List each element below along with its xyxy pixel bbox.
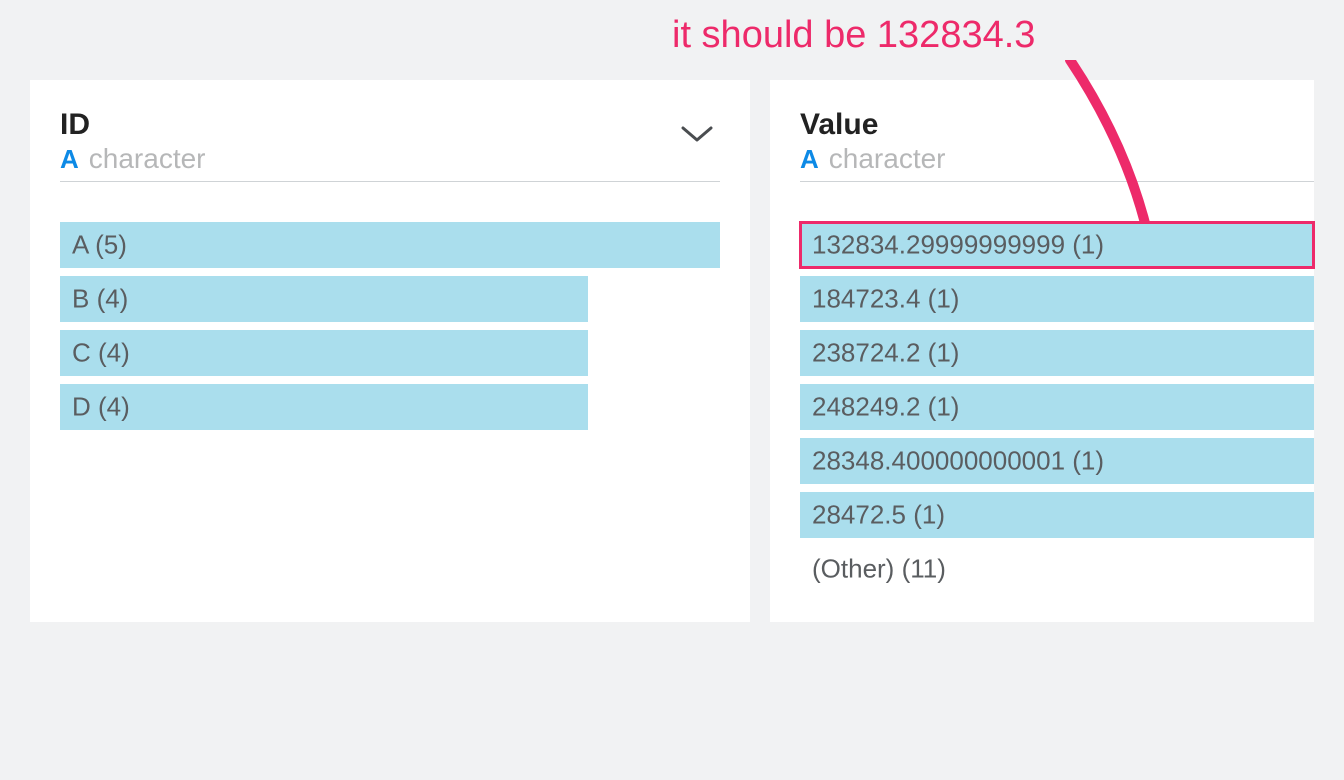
panel-value-header[interactable]: Value A character (800, 108, 1314, 182)
type-label: character (89, 145, 206, 173)
bar-fill (60, 330, 588, 376)
bar-row[interactable]: 28348.400000000001 (1) (800, 438, 1314, 484)
bar-row[interactable]: A (5) (60, 222, 720, 268)
bar-label: 238724.2 (1) (812, 337, 959, 368)
bar-row[interactable]: B (4) (60, 276, 720, 322)
bar-label: C (4) (72, 337, 130, 368)
bar-row[interactable]: 132834.29999999999 (1) (800, 222, 1314, 268)
bar-label: (Other) (11) (812, 553, 946, 584)
bar-label: D (4) (72, 391, 130, 422)
bar-row[interactable]: C (4) (60, 330, 720, 376)
panel-value: Value A character 132834.29999999999 (1)… (770, 80, 1314, 622)
bar-fill (60, 384, 588, 430)
type-icon: A (60, 146, 79, 172)
panel-id-header[interactable]: ID A character (60, 108, 720, 182)
panel-id-bars: A (5) B (4) C (4) D (4) (60, 222, 720, 430)
panel-value-title: Value (800, 108, 946, 143)
bar-row[interactable]: (Other) (11) (800, 546, 1314, 592)
bar-label: 248249.2 (1) (812, 391, 959, 422)
bar-label: 28472.5 (1) (812, 499, 945, 530)
panel-value-bars: 132834.29999999999 (1) 184723.4 (1) 238724… (800, 222, 1314, 592)
bar-row[interactable]: 238724.2 (1) (800, 330, 1314, 376)
panels-container: ID A character A (5) B (4) C (4) D (4) Valu… (0, 0, 1344, 652)
bar-label: 184723.4 (1) (812, 283, 959, 314)
bar-row[interactable]: 248249.2 (1) (800, 384, 1314, 430)
type-icon: A (800, 146, 819, 172)
panel-id: ID A character A (5) B (4) C (4) D (4) (30, 80, 750, 622)
bar-label: A (5) (72, 229, 127, 260)
type-label: character (829, 145, 946, 173)
bar-row[interactable]: 184723.4 (1) (800, 276, 1314, 322)
bar-fill (60, 276, 588, 322)
annotation-text: it should be 132834.3 (672, 14, 1035, 57)
bar-fill (60, 222, 720, 268)
panel-id-title: ID (60, 108, 206, 143)
bar-label: B (4) (72, 283, 128, 314)
bar-label: 132834.29999999999 (1) (812, 229, 1104, 260)
bar-label: 28348.400000000001 (1) (812, 445, 1104, 476)
bar-row[interactable]: 28472.5 (1) (800, 492, 1314, 538)
chevron-down-icon[interactable] (680, 124, 714, 144)
bar-row[interactable]: D (4) (60, 384, 720, 430)
